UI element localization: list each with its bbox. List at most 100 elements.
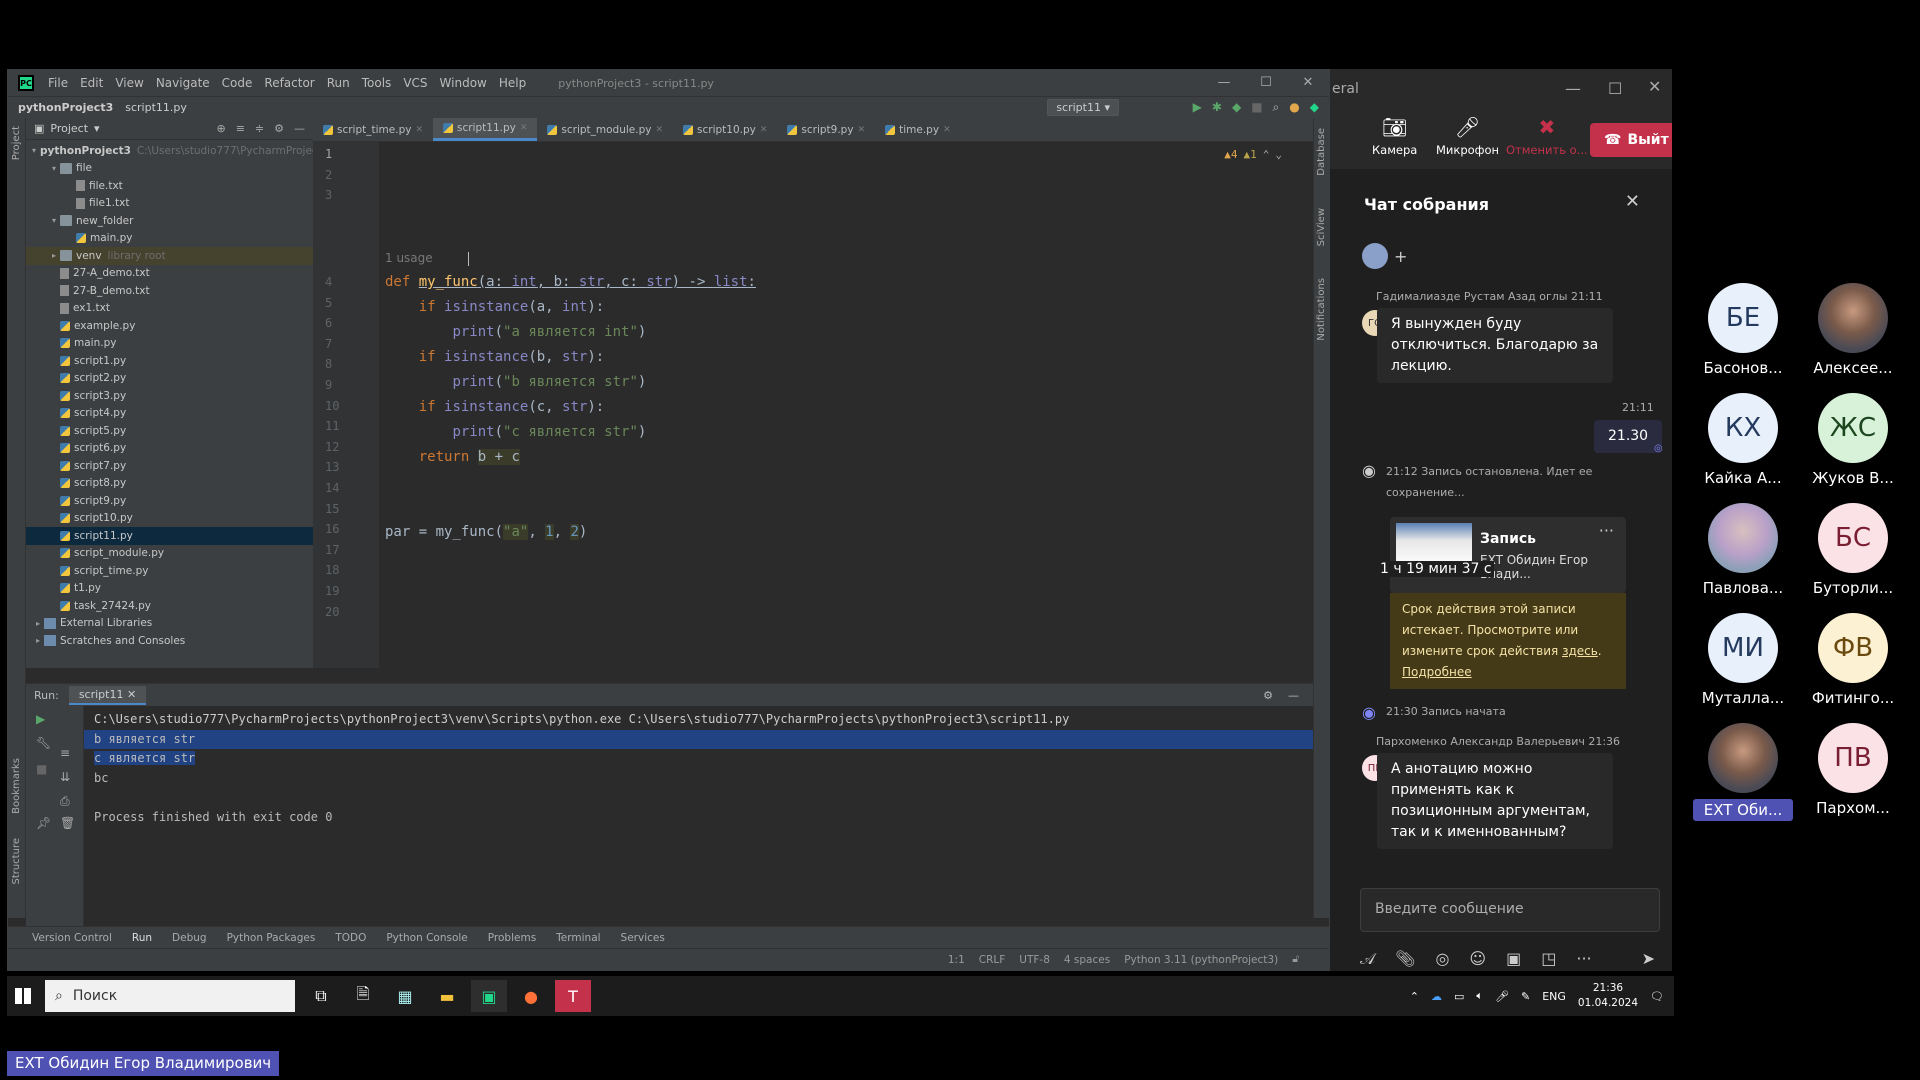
run-config-select[interactable]: script11 ▾ [1047, 99, 1119, 116]
tree-item[interactable]: script7.py [26, 457, 313, 475]
chevron-up-icon[interactable]: ⌃ [1263, 148, 1270, 161]
share-button[interactable]: ✖ Отменить о... [1506, 115, 1588, 157]
menu-code[interactable]: Code [216, 76, 259, 90]
tree-item[interactable]: ▾ file [26, 160, 313, 178]
breadcrumb-file[interactable]: script11.py [125, 101, 187, 114]
minimize-icon[interactable]: — [1203, 70, 1245, 96]
tree-item[interactable]: main.py [26, 335, 313, 353]
menu-view[interactable]: View [109, 76, 149, 90]
line-separator[interactable]: CRLF [979, 954, 1006, 966]
tree-item[interactable]: script11.py [26, 527, 313, 545]
send-icon[interactable]: ➤ [1642, 949, 1655, 969]
menu-refactor[interactable]: Refactor [258, 76, 320, 90]
loop-icon[interactable]: ◎ [1435, 949, 1449, 969]
firefox-icon[interactable]: ● [513, 980, 549, 1012]
tree-item[interactable]: ▸ Scratches and Consoles [26, 632, 313, 650]
tool-python-packages[interactable]: Python Packages [227, 932, 316, 944]
tree-item[interactable]: script1.py [26, 352, 313, 370]
tool-todo[interactable]: TODO [335, 932, 366, 944]
notepad-icon[interactable]: 🗎︎ [345, 980, 381, 1012]
project-panel-header[interactable]: ▣ Project ▾ ⊕ ≡ ≑ ⚙ — [26, 118, 313, 140]
participants-avatar[interactable] [1362, 243, 1388, 269]
close-icon[interactable]: ✕ [760, 125, 768, 135]
tree-item[interactable]: t1.py [26, 580, 313, 598]
pen-icon[interactable]: ✎ [1521, 990, 1530, 1003]
bookmarks-tool-label[interactable]: Bookmarks [11, 758, 22, 814]
tree-item[interactable]: script_time.py [26, 562, 313, 580]
menu-file[interactable]: File [42, 76, 74, 90]
tool-problems[interactable]: Problems [488, 932, 536, 944]
participant-tile[interactable]: КХ Кайка А... [1693, 393, 1793, 487]
expand-arrow-icon[interactable]: ▸ [32, 619, 44, 628]
windows-start-icon[interactable] [15, 988, 31, 1004]
teams-icon[interactable]: T [555, 980, 591, 1012]
microphone-icon[interactable]: 🎤︎ [1495, 990, 1509, 1003]
tree-item[interactable]: ▾ new_folder [26, 212, 313, 230]
locate-icon[interactable]: ⊕ [216, 122, 225, 135]
tree-item[interactable]: task_27424.py [26, 597, 313, 615]
close-icon[interactable]: ✕ [655, 125, 663, 135]
caret-position[interactable]: 1:1 [948, 954, 965, 966]
participant-tile[interactable]: Алексее... [1803, 283, 1903, 377]
volume-icon[interactable]: 🔈︎ [1476, 989, 1483, 1003]
jetbrains-icon[interactable]: ◆ [1310, 100, 1319, 115]
coverage-icon[interactable]: ◆ [1232, 100, 1241, 115]
update-icon[interactable]: ● [1289, 100, 1299, 115]
expand-arrow-icon[interactable]: ▸ [48, 251, 60, 260]
recording-card[interactable]: Запись EXT Обидин Егор Влади... 1 ч 19 м… [1378, 517, 1626, 593]
editor-tab[interactable]: script10.py ✕ [673, 118, 777, 141]
file-explorer-icon[interactable]: ▬ [429, 980, 465, 1012]
task-view-icon[interactable]: ⧉ [303, 980, 339, 1012]
gear-icon[interactable]: ⚙ [274, 122, 284, 135]
editor-tab[interactable]: script_time.py ✕ [313, 118, 433, 141]
menu-window[interactable]: Window [434, 76, 493, 90]
expand-arrow-icon[interactable]: ▸ [32, 636, 44, 645]
tree-item[interactable]: example.py [26, 317, 313, 335]
learn-more-link[interactable]: Подробнее [1402, 665, 1472, 679]
print-icon[interactable]: ⎙ [60, 794, 70, 809]
expiry-here-link[interactable]: здесь [1562, 644, 1598, 658]
maximize-icon[interactable]: ☐ [1608, 79, 1622, 98]
run-tab-script11[interactable]: script11 ✕ [68, 685, 147, 705]
close-icon[interactable]: ✕ [1625, 191, 1640, 212]
chevron-up-icon[interactable]: ⌃ [1410, 990, 1419, 1003]
notification-icon[interactable]: 🗨︎ [1650, 990, 1664, 1003]
expand-arrow-icon[interactable]: ▾ [48, 164, 60, 173]
close-icon[interactable]: ✕ [520, 123, 528, 133]
wrench-icon[interactable]: 🔧︎ [36, 736, 51, 750]
tool-run[interactable]: Run [132, 932, 152, 944]
usage-hint[interactable]: 1 usage [385, 246, 433, 271]
tree-item[interactable]: file.txt [26, 177, 313, 195]
minimize-icon[interactable]: — [1565, 79, 1581, 98]
database-tool-label[interactable]: Database [1316, 128, 1327, 176]
run-icon[interactable]: ▶ [1193, 100, 1202, 115]
tree-item[interactable]: file1.txt [26, 195, 313, 213]
file-encoding[interactable]: UTF-8 [1019, 954, 1050, 966]
camera-button[interactable]: 📷︎ Камера [1372, 115, 1417, 157]
language-indicator[interactable]: ENG [1542, 990, 1566, 1003]
message-input[interactable]: Введите сообщение [1360, 888, 1660, 932]
tool-debug[interactable]: Debug [172, 932, 207, 944]
editor-tab[interactable]: script11.py ✕ [433, 118, 538, 141]
format-icon[interactable]: 𝒜 [1360, 949, 1375, 969]
gear-icon[interactable]: ⚙ [1263, 689, 1273, 702]
attach-icon[interactable]: 📎︎ [1395, 949, 1415, 969]
tree-item[interactable]: 27-A_demo.txt [26, 265, 313, 283]
code-editor[interactable]: ▲4 ▲1 ⌃ ⌄ 1 usage def my_func(a: int, b:… [379, 142, 1314, 668]
tool-services[interactable]: Services [621, 932, 665, 944]
taskbar-search[interactable]: ⌕ Поиск [45, 980, 295, 1012]
menu-edit[interactable]: Edit [74, 76, 109, 90]
tree-item[interactable]: ▾ pythonProject3 C:\Users\studio777\Pychar… [26, 142, 322, 160]
pin-icon[interactable]: 📌︎ [36, 816, 51, 830]
pycharm-taskbar-icon[interactable]: ▣ [471, 980, 507, 1012]
tree-item[interactable]: script9.py [26, 492, 313, 510]
more-icon[interactable]: ··· [1599, 521, 1614, 540]
calculator-icon[interactable]: ▦ [387, 980, 423, 1012]
soft-wrap-icon[interactable]: ≡ [60, 746, 70, 760]
participant-tile[interactable]: МИ Муталла... [1693, 613, 1793, 707]
notifications-tool-label[interactable]: Notifications [1316, 278, 1327, 341]
participant-tile[interactable]: EXT Оби... [1693, 723, 1793, 821]
tool-terminal[interactable]: Terminal [556, 932, 600, 944]
tool-python-console[interactable]: Python Console [386, 932, 467, 944]
tree-item[interactable]: 27-B_demo.txt [26, 282, 313, 300]
